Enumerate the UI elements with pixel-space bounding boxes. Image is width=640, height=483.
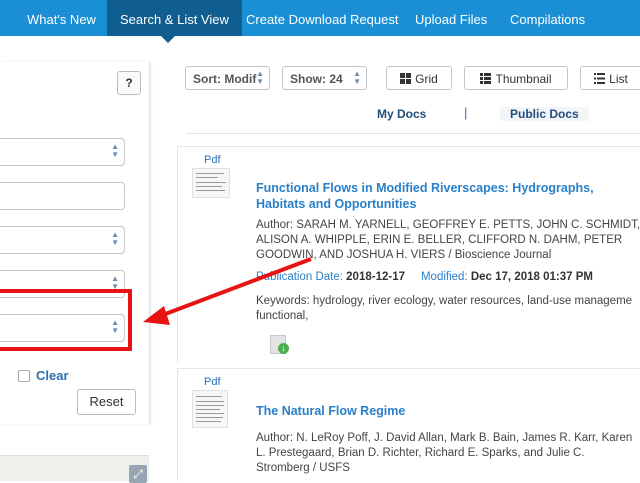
annotation-arrow (143, 257, 312, 325)
